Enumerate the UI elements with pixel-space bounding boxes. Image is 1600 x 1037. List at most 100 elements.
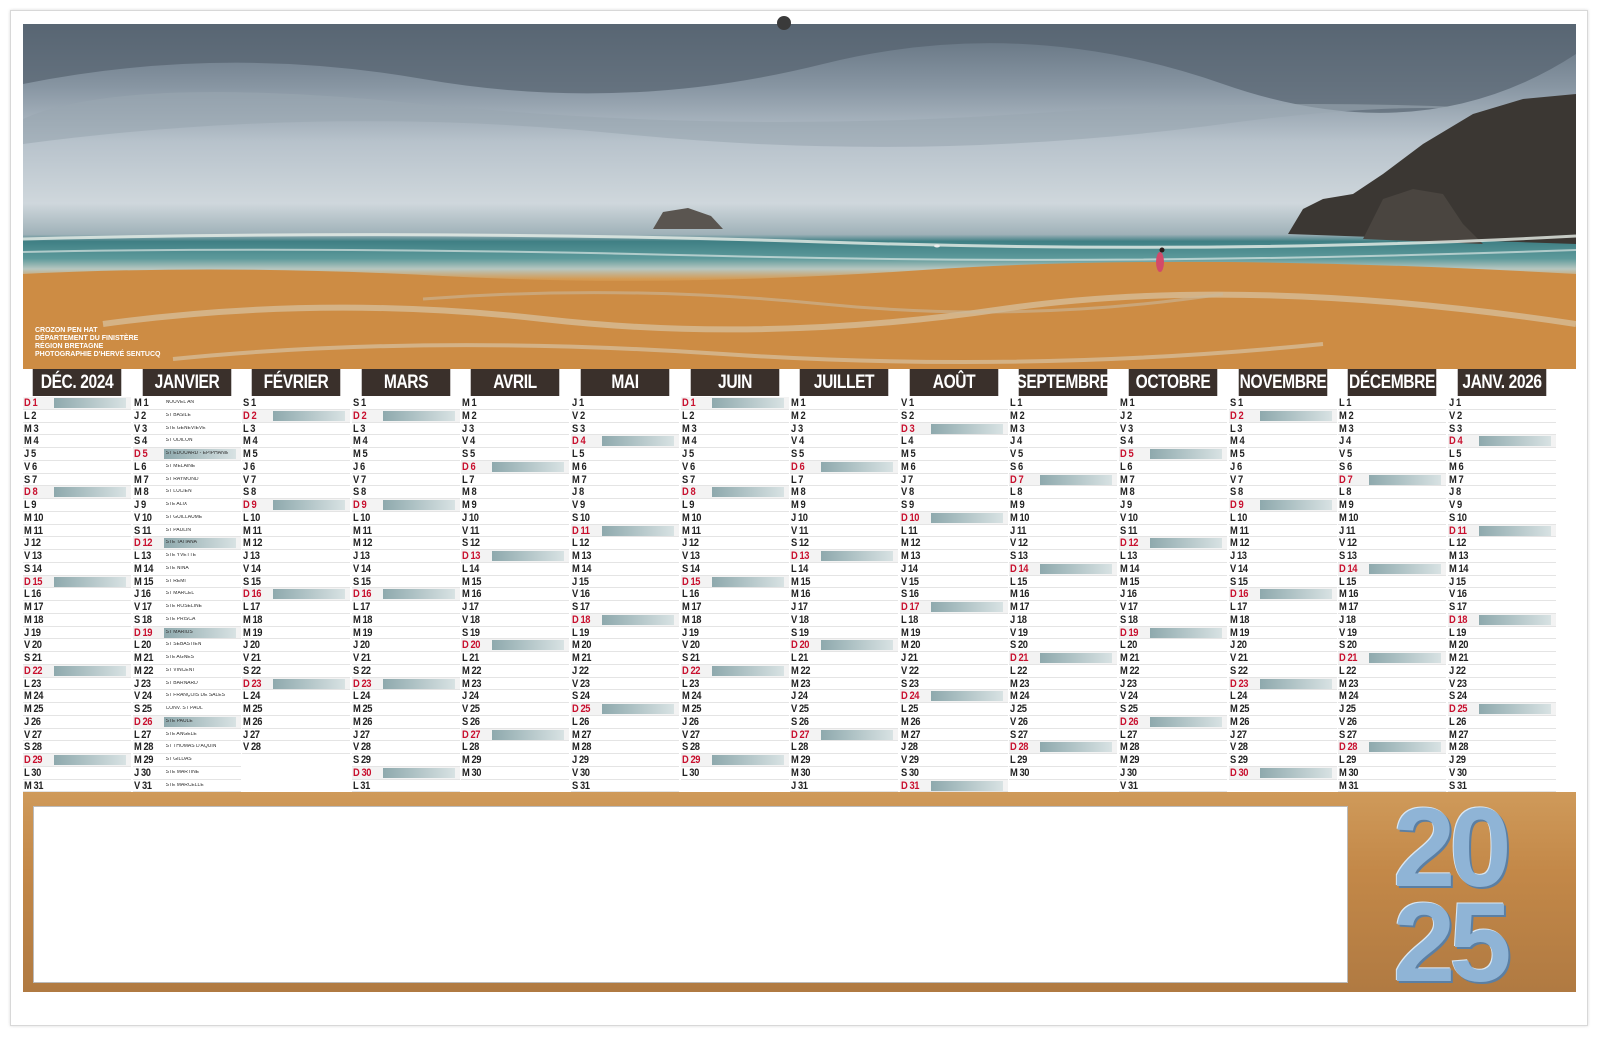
day-row: M 10 <box>680 512 789 525</box>
day-label: J 5 <box>681 448 694 460</box>
day-label: M 14 <box>133 562 154 575</box>
sunday-highlight <box>382 500 455 510</box>
day-row: M 3 <box>23 423 131 436</box>
day-row: M 4 <box>1228 435 1337 448</box>
day-row: D 28 <box>1338 741 1447 754</box>
day-row: M 29 <box>461 754 570 767</box>
day-label: M 12 <box>352 537 373 550</box>
day-label: M 27 <box>572 728 592 741</box>
day-label: M 21 <box>1120 652 1140 664</box>
day-row: L 29 <box>1009 754 1118 767</box>
day-label: V 2 <box>572 409 585 422</box>
day-row: J 16 <box>1119 588 1227 601</box>
day-label: L 28 <box>462 741 480 754</box>
credit-line: PHOTOGRAPHIE D'HERVÉ SENTUCQ <box>35 351 161 358</box>
day-row: S 3 <box>571 423 679 436</box>
day-label: D 19 <box>1120 626 1139 639</box>
saint-name: ST PAULIN <box>165 527 191 533</box>
day-row: M 29 ST GILDAS <box>132 754 241 767</box>
day-label: J 30 <box>1120 766 1137 779</box>
day-row: L 12 <box>1447 537 1556 550</box>
day-row: V 27 <box>680 729 789 742</box>
day-label: M 2 <box>791 409 806 422</box>
day-row: J 10 <box>461 512 570 525</box>
day-label: M 18 <box>681 613 702 626</box>
saint-name: STE ALIX <box>165 502 188 507</box>
day-label: J 8 <box>1448 486 1461 499</box>
day-label: J 27 <box>352 728 370 741</box>
day-row: S 7 <box>23 474 131 487</box>
day-row: L 24 <box>1228 690 1337 703</box>
sunday-highlight <box>1150 449 1222 459</box>
day-row: M 4 <box>242 435 351 448</box>
sunday-highlight <box>602 614 674 625</box>
day-label: V 13 <box>681 550 700 562</box>
month-column: FÉVRIER S 1D 2L 3M 4M 5J 6V 7S 8D 9L 10 M … <box>242 369 351 792</box>
day-label: M 29 <box>791 754 811 766</box>
day-label: L 14 <box>462 562 480 575</box>
day-row: J 2 ST BASILE <box>132 410 241 423</box>
day-label: L 18 <box>900 613 918 626</box>
day-label: J 5 <box>24 448 36 460</box>
day-label: S 1 <box>1229 397 1243 409</box>
day-label: M 10 <box>1010 511 1030 524</box>
sunday-highlight <box>382 410 455 421</box>
day-row: S 21 <box>23 652 131 665</box>
day-label: S 20 <box>1010 639 1028 652</box>
day-row: L 3 <box>351 423 460 436</box>
day-label: D 4 <box>1448 435 1463 448</box>
day-label: D 13 <box>791 550 810 562</box>
day-row: D 29 <box>680 754 789 767</box>
day-row: S 25 <box>1119 703 1227 716</box>
day-row: M 9 <box>790 499 899 512</box>
day-label: D 18 <box>572 613 591 626</box>
sunday-highlight <box>930 423 1003 434</box>
day-label: M 23 <box>1010 677 1030 690</box>
day-row: S 26 <box>790 716 899 729</box>
day-label: V 23 <box>572 677 590 690</box>
day-row: L 8 <box>1338 486 1447 499</box>
day-row: J 13 <box>1228 550 1337 563</box>
sunday-highlight <box>1478 614 1551 625</box>
day-row: S 28 <box>680 741 789 754</box>
day-row: S 28 <box>23 741 131 754</box>
day-row: M 26 <box>351 716 460 729</box>
sunday-highlight <box>930 512 1003 523</box>
day-row: M 11 <box>23 525 131 538</box>
day-label: L 29 <box>1339 754 1357 766</box>
day-label: S 19 <box>791 626 809 639</box>
day-label: L 7 <box>791 473 804 486</box>
saint-name: ST MÉLAINE <box>165 463 196 469</box>
day-label: D 27 <box>791 728 810 741</box>
day-label: J 20 <box>243 639 260 652</box>
day-label: V 16 <box>572 588 590 601</box>
day-row: S 15 <box>242 576 351 589</box>
day-row: M 10 <box>1009 511 1118 525</box>
day-row: M 16 <box>461 588 570 601</box>
day-label: M 30 <box>791 766 811 779</box>
day-label: D 28 <box>1339 741 1358 754</box>
day-label: M 30 <box>1010 766 1030 779</box>
day-label: V 13 <box>24 550 42 562</box>
day-row: D 30 <box>351 766 460 780</box>
day-row: J 21 <box>899 652 1008 665</box>
day-row: J 17 <box>461 601 570 614</box>
day-label: M 14 <box>572 562 592 575</box>
day-label: V 19 <box>1339 626 1357 639</box>
day-row: V 10 <box>1119 512 1227 525</box>
day-label: M 21 <box>572 652 592 664</box>
day-row: S 27 <box>1338 729 1447 742</box>
notes-area[interactable] <box>33 806 1348 983</box>
day-row: S 6 <box>1009 461 1118 474</box>
saint-name: ST ODILON <box>165 438 193 444</box>
day-label: L 25 <box>900 703 918 715</box>
day-label: V 9 <box>1448 499 1462 511</box>
day-label: S 27 <box>1010 728 1028 741</box>
day-row: M 18 <box>1228 614 1337 627</box>
day-row: M 22 <box>461 665 570 678</box>
day-label: V 31 <box>133 779 152 792</box>
day-label: V 7 <box>243 473 256 486</box>
saint-name: ST VINCENT <box>165 667 196 673</box>
day-label: D 18 <box>1448 613 1467 626</box>
saint-name: CONV. ST PAUL <box>165 706 203 711</box>
